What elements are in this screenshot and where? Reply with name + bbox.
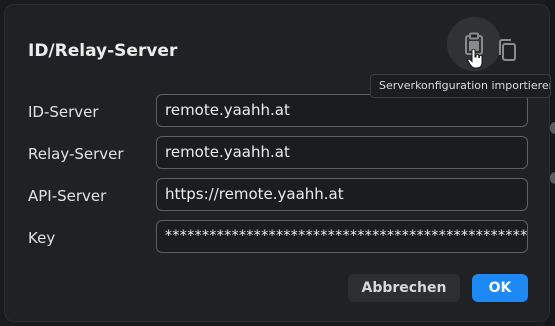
copy-icon bbox=[499, 39, 516, 61]
dialog-title: ID/Relay-Server bbox=[28, 41, 178, 61]
import-config-tooltip: Serverkonfiguration importieren bbox=[370, 74, 551, 98]
api-server-input[interactable]: https://remote.yaahh.at bbox=[156, 178, 528, 211]
key-input[interactable]: ****************************************… bbox=[156, 220, 528, 253]
api-server-label: API-Server bbox=[28, 187, 107, 205]
relay-server-input[interactable]: remote.yaahh.at bbox=[156, 136, 528, 169]
key-label: Key bbox=[28, 229, 56, 247]
cancel-button[interactable]: Abbrechen bbox=[348, 274, 460, 302]
id-server-label: ID-Server bbox=[28, 103, 99, 121]
background-scroll-marker bbox=[550, 122, 555, 134]
relay-server-label: Relay-Server bbox=[28, 145, 124, 163]
background-scroll-marker bbox=[550, 172, 555, 184]
id-server-input[interactable]: remote.yaahh.at bbox=[156, 94, 528, 127]
server-settings-dialog: ID/Relay-Server ID-Server remote.yaahh.a… bbox=[4, 4, 550, 322]
ok-button[interactable]: OK bbox=[472, 274, 528, 302]
export-config-button[interactable] bbox=[489, 32, 525, 68]
hand-pointer-icon bbox=[467, 49, 483, 69]
